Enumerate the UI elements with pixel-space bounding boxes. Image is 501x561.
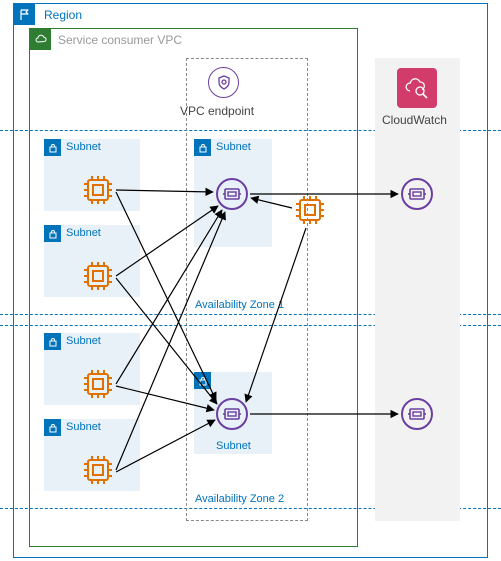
- endpoint-eni-icon: [216, 398, 248, 430]
- vpc-endpoint-icon: [208, 67, 239, 98]
- ec2-instance-icon: [82, 174, 114, 206]
- endpoint-eni-icon: [216, 178, 248, 210]
- ec2-instance-icon: [82, 454, 114, 486]
- subnet-label: Subnet: [66, 141, 101, 153]
- lock-icon: [194, 372, 211, 389]
- vpc-label: Service consumer VPC: [58, 33, 182, 47]
- vpc-endpoint-label: VPC endpoint: [180, 104, 254, 118]
- az2-label: Availability Zone 2: [195, 493, 284, 505]
- lock-icon: [44, 419, 61, 436]
- cloud-icon: [30, 29, 51, 50]
- diagram-stage: Region Service consumer VPC VPC endpoint…: [0, 0, 501, 561]
- ec2-instance-icon: [82, 368, 114, 400]
- subnet-label: Subnet: [216, 440, 251, 452]
- flag-icon: [14, 4, 35, 25]
- cloudwatch-column: [375, 58, 460, 521]
- subnet-label: Subnet: [66, 335, 101, 347]
- lock-icon: [44, 225, 61, 242]
- lock-icon: [194, 139, 211, 156]
- service-eni-icon: [401, 398, 433, 430]
- cloudwatch-icon: [397, 68, 437, 108]
- region-label: Region: [44, 8, 82, 22]
- az1-label: Availability Zone 1: [195, 299, 284, 311]
- lock-icon: [44, 139, 61, 156]
- cloudwatch-label: CloudWatch: [382, 113, 447, 127]
- ec2-instance-icon: [294, 194, 326, 226]
- lock-icon: [44, 333, 61, 350]
- subnet-label: Subnet: [66, 227, 101, 239]
- subnet-label: Subnet: [66, 421, 101, 433]
- ec2-instance-icon: [82, 260, 114, 292]
- subnet-label: Subnet: [216, 141, 251, 153]
- service-eni-icon: [401, 178, 433, 210]
